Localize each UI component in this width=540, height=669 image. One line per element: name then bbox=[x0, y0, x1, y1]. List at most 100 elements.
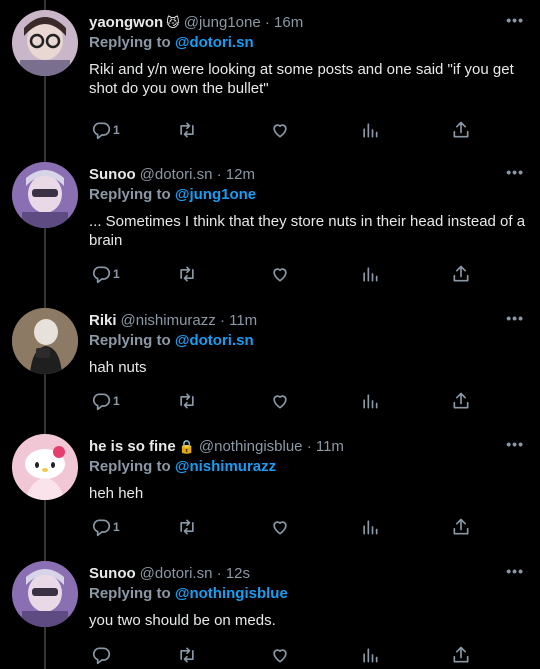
action-bar: 1 bbox=[89, 264, 489, 286]
views-icon bbox=[363, 520, 378, 535]
more-options-icon[interactable]: ••• bbox=[506, 436, 524, 452]
display-name[interactable]: he is so fine bbox=[89, 438, 176, 455]
tweet-text: heh heh bbox=[89, 485, 144, 502]
cat-emoji: 😼 bbox=[166, 15, 180, 30]
mention-link[interactable]: @nothingisblue bbox=[175, 585, 288, 602]
views-icon bbox=[363, 123, 378, 138]
replying-to: Replying to @dotori.sn bbox=[89, 33, 528, 53]
handle[interactable]: @jung1one bbox=[184, 14, 261, 31]
handle[interactable]: @dotori.sn bbox=[140, 565, 213, 582]
views-button[interactable] bbox=[360, 120, 380, 140]
share-icon bbox=[453, 265, 469, 282]
retweet-icon bbox=[180, 393, 194, 409]
heart-icon bbox=[273, 521, 287, 535]
action-bar: 1 bbox=[89, 120, 489, 142]
tweet-text: ... Sometimes I think that they store nu… bbox=[89, 213, 526, 249]
mention-link[interactable]: @dotori.sn bbox=[175, 34, 254, 51]
share-button[interactable] bbox=[451, 645, 471, 665]
like-button[interactable] bbox=[270, 264, 290, 284]
share-icon bbox=[453, 392, 469, 409]
reply-button[interactable]: 1 bbox=[91, 517, 120, 537]
share-icon bbox=[453, 121, 469, 138]
retweet-button[interactable] bbox=[177, 264, 197, 284]
display-name[interactable]: Sunoo bbox=[89, 565, 136, 582]
like-button[interactable] bbox=[270, 120, 290, 140]
reply-icon bbox=[92, 647, 111, 665]
reply-button[interactable]: 1 bbox=[91, 264, 120, 284]
replying-to: Replying to @dotori.sn bbox=[89, 331, 528, 351]
reply-button[interactable]: 1 bbox=[91, 120, 120, 140]
views-button[interactable] bbox=[360, 517, 380, 537]
share-button[interactable] bbox=[451, 517, 471, 537]
reply-icon bbox=[92, 266, 111, 284]
display-name[interactable]: yaongwon bbox=[89, 14, 163, 31]
avatar[interactable] bbox=[12, 10, 78, 76]
reply-icon bbox=[92, 519, 111, 537]
views-icon bbox=[363, 267, 378, 282]
replying-prefix: Replying to bbox=[89, 332, 171, 349]
reply-icon bbox=[92, 393, 111, 411]
tweet-text: Riki and y/n were looking at some posts … bbox=[89, 61, 514, 97]
mention-link[interactable]: @dotori.sn bbox=[175, 332, 254, 349]
tweet-text: you two should be on meds. bbox=[89, 612, 276, 629]
replying-to: Replying to @nothingisblue bbox=[89, 584, 528, 604]
share-button[interactable] bbox=[451, 120, 471, 140]
views-icon bbox=[363, 648, 378, 663]
replying-to: Replying to @nishimurazz bbox=[89, 457, 528, 477]
reply-count: 1 bbox=[113, 394, 120, 408]
like-button[interactable] bbox=[270, 645, 290, 665]
views-button[interactable] bbox=[360, 391, 380, 411]
action-bar bbox=[89, 645, 489, 667]
avatar[interactable] bbox=[12, 162, 78, 228]
like-button[interactable] bbox=[270, 517, 290, 537]
views-button[interactable] bbox=[360, 264, 380, 284]
avatar[interactable] bbox=[12, 308, 78, 374]
share-button[interactable] bbox=[451, 391, 471, 411]
retweet-button[interactable] bbox=[177, 120, 197, 140]
retweet-button[interactable] bbox=[177, 517, 197, 537]
handle[interactable]: @nothingisblue bbox=[199, 438, 303, 455]
replying-prefix: Replying to bbox=[89, 458, 171, 475]
retweet-icon bbox=[180, 266, 194, 282]
avatar[interactable] bbox=[12, 434, 78, 500]
heart-icon bbox=[273, 395, 287, 409]
heart-icon bbox=[273, 124, 287, 138]
timestamp[interactable]: · 16m bbox=[265, 14, 303, 31]
retweet-icon bbox=[180, 647, 194, 663]
lock-icon: 🔒 bbox=[178, 439, 195, 454]
reply-count: 1 bbox=[113, 520, 120, 534]
more-options-icon[interactable]: ••• bbox=[506, 310, 524, 326]
retweet-button[interactable] bbox=[177, 645, 197, 665]
like-button[interactable] bbox=[270, 391, 290, 411]
replying-prefix: Replying to bbox=[89, 585, 171, 602]
tweet-text: hah nuts bbox=[89, 359, 147, 376]
avatar[interactable] bbox=[12, 561, 78, 627]
retweet-button[interactable] bbox=[177, 391, 197, 411]
retweet-icon bbox=[180, 519, 194, 535]
reply-count: 1 bbox=[113, 123, 120, 137]
reply-count: 1 bbox=[113, 267, 120, 281]
more-options-icon[interactable]: ••• bbox=[506, 164, 524, 180]
views-button[interactable] bbox=[360, 645, 380, 665]
more-options-icon[interactable]: ••• bbox=[506, 563, 524, 579]
timestamp[interactable]: · 11m bbox=[307, 438, 344, 455]
display-name[interactable]: Sunoo bbox=[89, 166, 136, 183]
heart-icon bbox=[273, 649, 287, 663]
timestamp[interactable]: · 12s bbox=[217, 565, 250, 582]
reply-button[interactable] bbox=[91, 645, 111, 665]
more-options-icon[interactable]: ••• bbox=[506, 12, 524, 28]
action-bar: 1 bbox=[89, 391, 489, 413]
share-button[interactable] bbox=[451, 264, 471, 284]
mention-link[interactable]: @nishimurazz bbox=[175, 458, 276, 475]
mention-link[interactable]: @jung1one bbox=[175, 186, 256, 203]
handle[interactable]: @dotori.sn bbox=[140, 166, 213, 183]
display-name[interactable]: Riki bbox=[89, 312, 117, 329]
reply-button[interactable]: 1 bbox=[91, 391, 120, 411]
share-icon bbox=[453, 646, 469, 663]
replying-to: Replying to @jung1one bbox=[89, 185, 528, 205]
share-icon bbox=[453, 518, 469, 535]
timestamp[interactable]: · 11m bbox=[220, 312, 257, 329]
timestamp[interactable]: · 12m bbox=[217, 166, 255, 183]
handle[interactable]: @nishimurazz bbox=[121, 312, 216, 329]
action-bar: 1 bbox=[89, 517, 489, 539]
